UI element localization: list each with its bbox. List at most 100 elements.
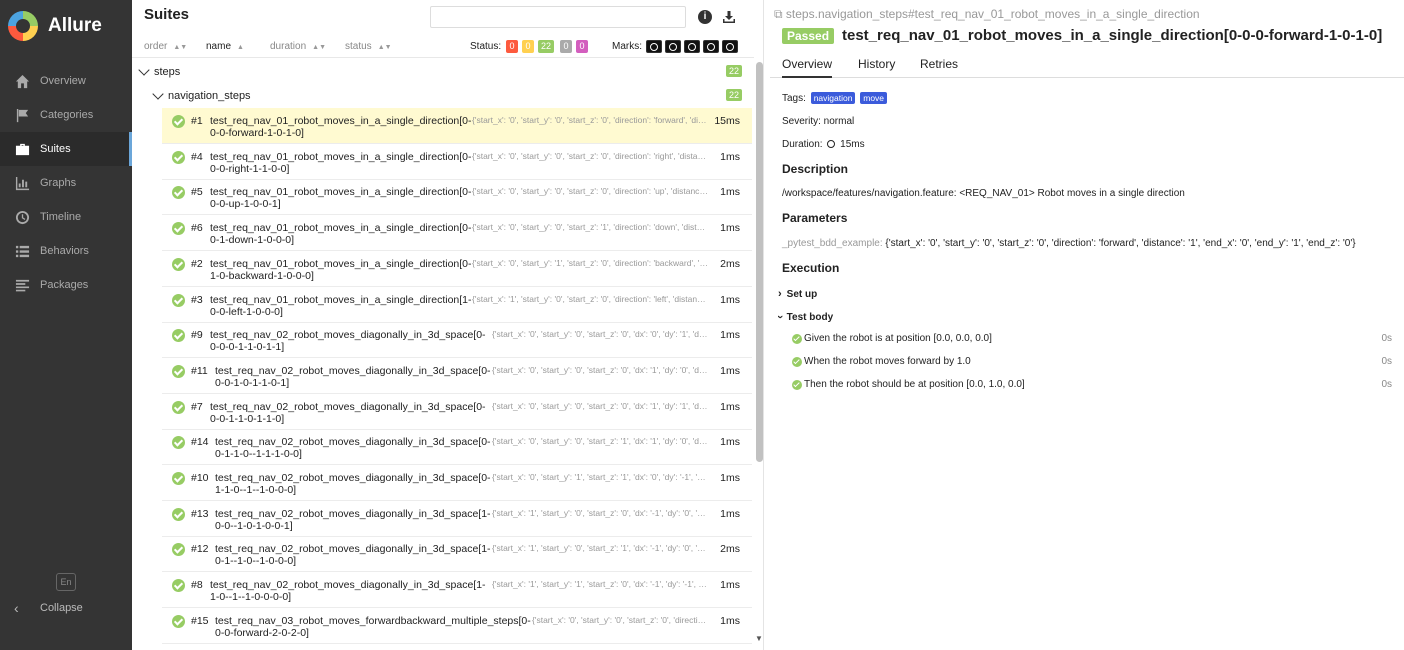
status-filter-label: Status: [470, 41, 502, 52]
status-broken-badge[interactable]: 0 [522, 40, 534, 53]
flaky-mark-icon[interactable] [646, 40, 662, 53]
test-name-line: 0-0-right-1-1-0-0] [210, 162, 290, 175]
test-name-line: 1-0-backward-1-0-0-0] [210, 269, 314, 282]
sort-duration[interactable]: duration ▲▼ [270, 41, 326, 52]
step-text: When the robot moves forward by 1.0 [804, 356, 971, 367]
test-row[interactable]: #15 test_req_nav_03_robot_moves_forwardba… [162, 608, 752, 644]
test-number: #3 [191, 293, 203, 306]
sort-name[interactable]: name ▲ [206, 41, 244, 52]
sidebar-item-graphs[interactable]: Graphs [0, 166, 132, 200]
test-number: #10 [191, 472, 209, 484]
test-parameters: {'start_x': '0', 'start_y': '1', 'start_… [492, 472, 708, 482]
test-duration: 1ms [720, 436, 740, 449]
brand[interactable]: Allure [0, 0, 132, 52]
chevron-right-icon: › [778, 288, 782, 300]
sidebar-item-overview[interactable]: Overview [0, 64, 132, 98]
test-duration: 1ms [720, 150, 740, 163]
retries-mark-icon[interactable] [722, 40, 738, 53]
tree-group-steps[interactable]: steps 22 [132, 60, 754, 84]
test-name-line: 0-1-down-1-0-0-0] [210, 234, 295, 247]
new-failed-mark-icon[interactable] [665, 40, 681, 53]
test-name: test_req_nav_03_robot_moves_forwardbackw… [215, 615, 531, 639]
new-broken-mark-icon[interactable] [703, 40, 719, 53]
test-name-line: test_req_nav_02_robot_moves_diagonally_i… [215, 543, 491, 556]
tab-retries[interactable]: Retries [920, 57, 958, 71]
test-row[interactable]: #9 test_req_nav_02_robot_moves_diagonally… [162, 322, 752, 359]
test-row[interactable]: #12 test_req_nav_02_robot_moves_diagonall… [162, 536, 752, 573]
test-row[interactable]: #5 test_req_nav_01_robot_moves_in_a_singl… [162, 179, 752, 216]
test-row[interactable]: #2 test_req_nav_01_robot_moves_in_a_singl… [162, 251, 752, 287]
test-row[interactable]: #8 test_req_nav_02_robot_moves_diagonally… [162, 572, 752, 609]
sidebar-item-behaviors[interactable]: Behaviors [0, 234, 132, 268]
passed-check-icon [172, 507, 185, 521]
sidebar-item-suites[interactable]: Suites [0, 132, 132, 166]
test-name-line: test_req_nav_01_robot_moves_in_a_single_… [210, 115, 472, 127]
new-passed-mark-icon[interactable] [684, 40, 700, 53]
test-name-line: test_req_nav_02_robot_moves_diagonally_i… [210, 579, 486, 592]
suite-tree: steps 22 navigation_steps 22 #1 test_req_… [132, 60, 754, 644]
test-name-line: test_req_nav_01_robot_moves_in_a_single_… [210, 222, 472, 235]
test-name-line: test_req_nav_01_robot_moves_in_a_single_… [210, 293, 472, 306]
language-button[interactable]: En [56, 573, 76, 591]
sidebar-item-timeline[interactable]: Timeline [0, 200, 132, 234]
test-name-line: test_req_nav_02_robot_moves_diagonally_i… [215, 364, 491, 377]
test-row[interactable]: #6 test_req_nav_01_robot_moves_in_a_singl… [162, 215, 752, 252]
allure-logo-icon [8, 11, 38, 41]
test-row[interactable]: #4 test_req_nav_01_robot_moves_in_a_singl… [162, 144, 752, 180]
test-parameters: {'start_x': '1', 'start_y': '0', 'start_… [472, 293, 708, 304]
status-unknown-badge[interactable]: 0 [576, 40, 588, 53]
status-skipped-badge[interactable]: 0 [560, 40, 572, 53]
test-name: test_req_nav_01_robot_moves_in_a_single_… [210, 258, 472, 282]
test-duration: 1ms [720, 222, 740, 235]
tab-overview[interactable]: Overview [782, 57, 833, 78]
breadcrumb-text: steps.navigation_steps#test_req_nav_01_r… [785, 7, 1200, 21]
test-number: #8 [191, 579, 203, 592]
passed-check-icon [172, 436, 185, 450]
setup-label: Set up [786, 288, 818, 300]
test-name: test_req_nav_02_robot_moves_diagonally_i… [210, 579, 486, 603]
test-parameters: {'start_x': '0', 'start_y': '0', 'start_… [472, 115, 708, 125]
scroll-down-arrow-icon[interactable]: ▼ [755, 634, 763, 643]
test-row[interactable]: #13 test_req_nav_02_robot_moves_diagonall… [162, 501, 752, 537]
sidebar-item-label: Timeline [40, 211, 82, 223]
tree-group-navigation-steps[interactable]: navigation_steps 22 [132, 84, 754, 108]
test-body-toggle[interactable]: › Test body [774, 311, 833, 323]
breadcrumb[interactable]: ⧉ steps.navigation_steps#test_req_nav_01… [774, 7, 1200, 22]
test-row[interactable]: #3 test_req_nav_01_robot_moves_in_a_singl… [162, 287, 752, 323]
test-duration: 1ms [720, 364, 740, 377]
step-time: 0s [1381, 379, 1392, 390]
setup-toggle[interactable]: › Set up [778, 288, 817, 300]
chevron-left-icon: ‹ [14, 600, 19, 616]
passed-check-icon [172, 329, 185, 343]
sidebar-item-label: Graphs [40, 177, 77, 189]
collapse-button[interactable]: ‹ Collapse [14, 600, 83, 616]
test-name: test_req_nav_01_robot_moves_in_a_single_… [210, 115, 472, 139]
sort-order[interactable]: order ▲▼ [144, 41, 187, 52]
sidebar-item-packages[interactable]: Packages [0, 268, 132, 302]
marks-filter-label: Marks: [612, 41, 642, 52]
briefcase-icon [14, 141, 30, 157]
test-parameters: {'start_x': '1', 'start_y': '0', 'start_… [492, 543, 708, 554]
test-name-line: 0-0-1-1-0-1-1-0] [210, 412, 285, 425]
tab-history[interactable]: History [858, 57, 895, 71]
test-row[interactable]: #11 test_req_nav_02_robot_moves_diagonall… [162, 358, 752, 394]
test-name: test_req_nav_02_robot_moves_diagonally_i… [215, 508, 491, 532]
scrollbar[interactable]: ▼ [754, 58, 764, 650]
status-passed-badge[interactable]: 22 [538, 40, 555, 53]
test-row[interactable]: #14 test_req_nav_02_robot_moves_diagonall… [162, 429, 752, 466]
info-icon[interactable]: i [698, 10, 712, 24]
test-duration: 1ms [720, 614, 740, 627]
sort-status[interactable]: status ▲▼ [345, 41, 392, 52]
home-icon [14, 73, 30, 89]
test-row[interactable]: #7 test_req_nav_02_robot_moves_diagonally… [162, 394, 752, 430]
test-row[interactable]: #1 test_req_nav_01_robot_moves_in_a_singl… [162, 108, 752, 144]
download-icon[interactable] [722, 10, 736, 24]
test-row[interactable]: #10 test_req_nav_02_robot_moves_diagonall… [162, 465, 752, 501]
search-input[interactable] [430, 6, 686, 28]
passed-check-icon [792, 334, 802, 344]
sidebar-nav: Overview Categories Suites Graphs Timeli… [0, 64, 132, 302]
passed-check-icon [172, 222, 185, 236]
scroll-thumb[interactable] [756, 62, 763, 462]
status-failed-badge[interactable]: 0 [506, 40, 518, 53]
sidebar-item-categories[interactable]: Categories [0, 98, 132, 132]
